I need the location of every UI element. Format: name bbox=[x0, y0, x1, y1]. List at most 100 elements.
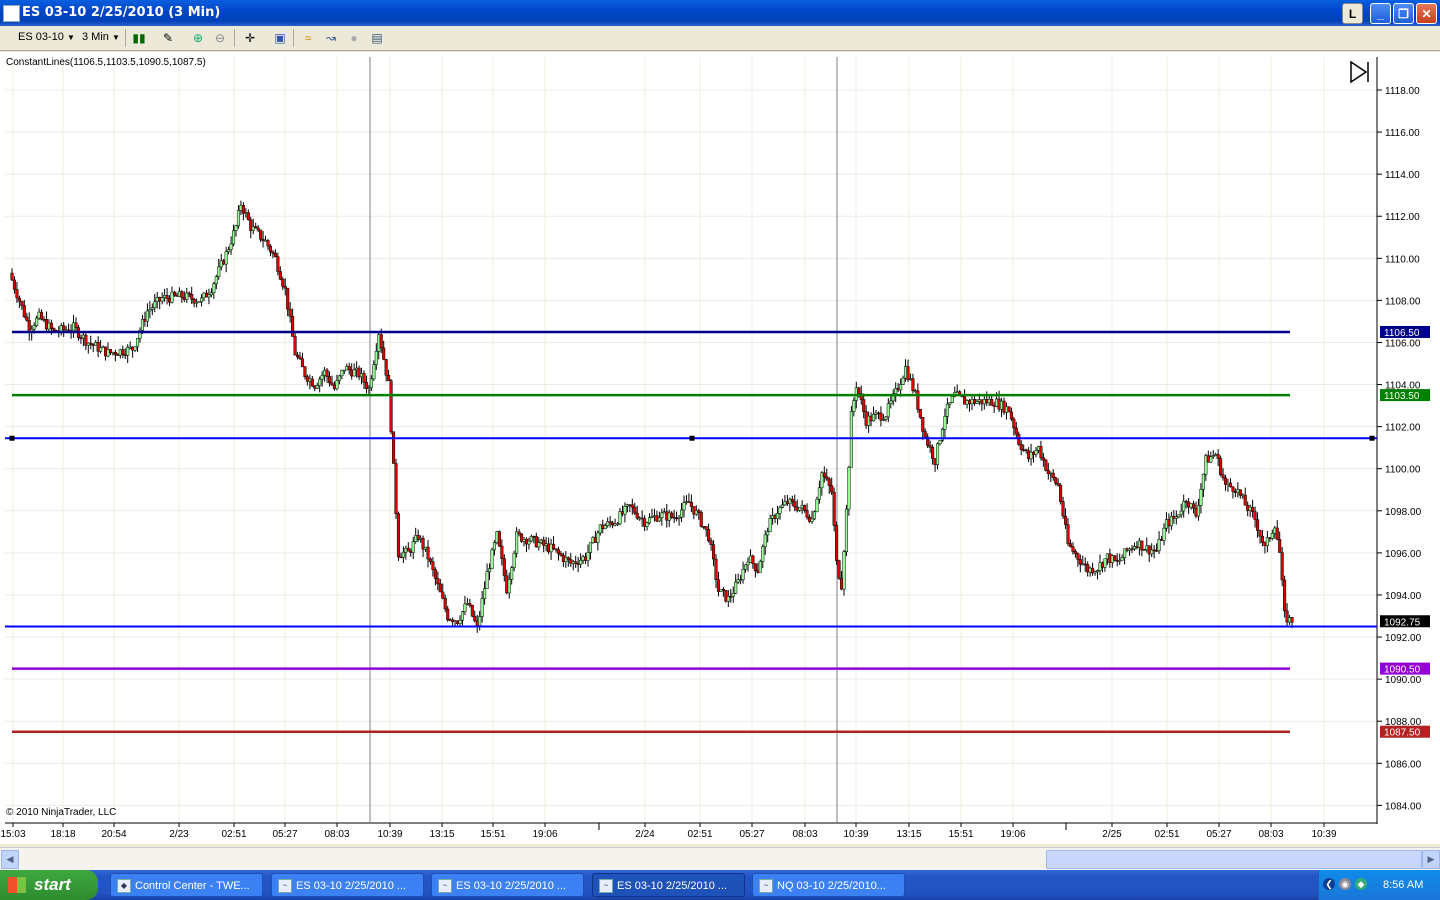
x-tick-label: 13:15 bbox=[429, 829, 454, 840]
close-button[interactable]: ✕ bbox=[1416, 3, 1437, 24]
scroll-right-button[interactable]: ▶ bbox=[1422, 850, 1440, 869]
candle-body bbox=[455, 620, 460, 624]
candle-body bbox=[431, 561, 435, 570]
candle-body bbox=[234, 225, 238, 231]
candle-body bbox=[790, 498, 794, 502]
candle-body bbox=[1056, 483, 1060, 486]
zoom-in-icon[interactable]: ⊕ bbox=[190, 30, 206, 46]
candle-body bbox=[586, 552, 590, 561]
candle-body bbox=[1132, 546, 1137, 550]
scroll-left-button[interactable]: ◀ bbox=[1, 850, 19, 869]
start-button[interactable]: start bbox=[0, 870, 98, 900]
task-label: ES 03-10 2/25/2010 ... bbox=[296, 880, 407, 892]
task-es-chart-2[interactable]: ~ ES 03-10 2/25/2010 ... bbox=[431, 873, 584, 897]
candle-body bbox=[515, 531, 519, 554]
candle-body bbox=[901, 377, 905, 385]
candle-body bbox=[551, 543, 556, 549]
candle-body bbox=[52, 328, 56, 331]
candle-body bbox=[741, 568, 745, 580]
candle-body bbox=[972, 398, 977, 404]
candle-body bbox=[571, 561, 575, 564]
strategies-icon[interactable]: ↝ bbox=[323, 30, 339, 46]
candle-body bbox=[800, 504, 804, 509]
candle-body bbox=[99, 347, 103, 352]
task-es-chart-1[interactable]: ~ ES 03-10 2/25/2010 ... bbox=[271, 873, 424, 897]
shield-icon[interactable]: ◆ bbox=[1355, 878, 1367, 890]
candle-body bbox=[1142, 549, 1146, 551]
network-icon[interactable]: ◉ bbox=[1339, 878, 1351, 890]
candle-body bbox=[295, 354, 300, 358]
candle-body bbox=[544, 543, 548, 546]
candle-body bbox=[303, 366, 307, 377]
candle-body bbox=[94, 342, 98, 346]
circle-icon[interactable]: ● bbox=[346, 30, 362, 46]
chart-properties-icon[interactable]: ▣ bbox=[272, 30, 288, 46]
candle-body bbox=[1130, 548, 1134, 551]
candle-body bbox=[320, 375, 324, 380]
candle-body bbox=[825, 476, 829, 480]
line-anchor-handle bbox=[689, 435, 695, 441]
indicators-icon[interactable]: ≈ bbox=[300, 30, 316, 46]
task-es-chart-3[interactable]: ~ ES 03-10 2/25/2010 ... bbox=[592, 873, 745, 897]
candle-body bbox=[1152, 549, 1156, 552]
candle-body bbox=[44, 319, 49, 330]
scroll-to-end-icon[interactable] bbox=[1350, 60, 1369, 84]
data-box-icon[interactable]: ▤ bbox=[369, 30, 385, 46]
candle-body bbox=[657, 517, 661, 522]
candle-body bbox=[222, 260, 226, 265]
tray-collapse-icon[interactable]: ❮ bbox=[1323, 878, 1335, 890]
scroll-thumb[interactable] bbox=[1046, 850, 1422, 869]
candle-body bbox=[992, 405, 996, 407]
candle-body bbox=[298, 356, 302, 360]
interval-selector[interactable]: 3 Min ▼ bbox=[82, 31, 120, 43]
candle-body bbox=[436, 578, 440, 585]
zoom-out-icon[interactable]: ⊖ bbox=[212, 30, 228, 46]
candle-body bbox=[357, 367, 361, 378]
instrument-selector[interactable]: ES 03-10 ▼ bbox=[18, 31, 75, 43]
candle-body bbox=[719, 588, 723, 592]
candle-body bbox=[1113, 555, 1117, 561]
y-tick-label: 1092.00 bbox=[1385, 633, 1422, 644]
candle-body bbox=[1196, 505, 1201, 517]
horizontal-scrollbar[interactable]: ◀ ▶ bbox=[0, 847, 1440, 870]
candle-body bbox=[945, 403, 949, 417]
candle-body bbox=[512, 552, 516, 568]
candle-body bbox=[820, 472, 824, 489]
chart-canvas[interactable]: 1118.00 1116.00 1114.00 1112.00 1110.00 1108.… bbox=[0, 52, 1440, 844]
candlestick-style-icon[interactable]: ▮▮ bbox=[131, 30, 147, 46]
candle-body bbox=[559, 553, 563, 556]
candle-body bbox=[1041, 457, 1045, 461]
candle-body bbox=[438, 583, 442, 593]
candle-body bbox=[702, 526, 706, 528]
maximize-button[interactable]: ❐ bbox=[1393, 3, 1414, 24]
y-tick-label: 1098.00 bbox=[1385, 507, 1422, 518]
price-chart[interactable]: 1118.00 1116.00 1114.00 1112.00 1110.00 1108.… bbox=[0, 52, 1440, 844]
candle-body bbox=[1115, 560, 1119, 562]
candle-body bbox=[160, 297, 164, 302]
candle-body bbox=[453, 620, 457, 623]
draw-pencil-icon[interactable]: ✎ bbox=[160, 30, 176, 46]
start-label: start bbox=[34, 875, 71, 894]
link-button[interactable]: L bbox=[1342, 3, 1363, 24]
candle-body bbox=[128, 346, 132, 349]
candle-body bbox=[133, 346, 137, 351]
candle-body bbox=[106, 349, 110, 357]
task-control-center[interactable]: ◆ Control Center - TWE... bbox=[110, 873, 263, 897]
minimize-button[interactable]: _ bbox=[1370, 3, 1391, 24]
candle-body bbox=[519, 533, 524, 542]
crosshair-icon[interactable]: ✛ bbox=[242, 30, 258, 46]
candle-body bbox=[1241, 494, 1245, 497]
candle-body bbox=[948, 402, 952, 405]
candle-body bbox=[970, 398, 974, 405]
candle-body bbox=[1206, 455, 1210, 463]
candle-body bbox=[490, 549, 494, 569]
candle-body bbox=[783, 501, 787, 506]
task-nq-chart[interactable]: ~ NQ 03-10 2/25/2010... bbox=[752, 873, 905, 897]
candle-body bbox=[935, 443, 940, 465]
candle-body bbox=[485, 571, 489, 589]
candle-body bbox=[522, 538, 526, 542]
candle-body bbox=[428, 558, 433, 562]
candle-body bbox=[249, 219, 253, 231]
candle-body bbox=[633, 506, 637, 514]
candle-body bbox=[1255, 519, 1260, 531]
